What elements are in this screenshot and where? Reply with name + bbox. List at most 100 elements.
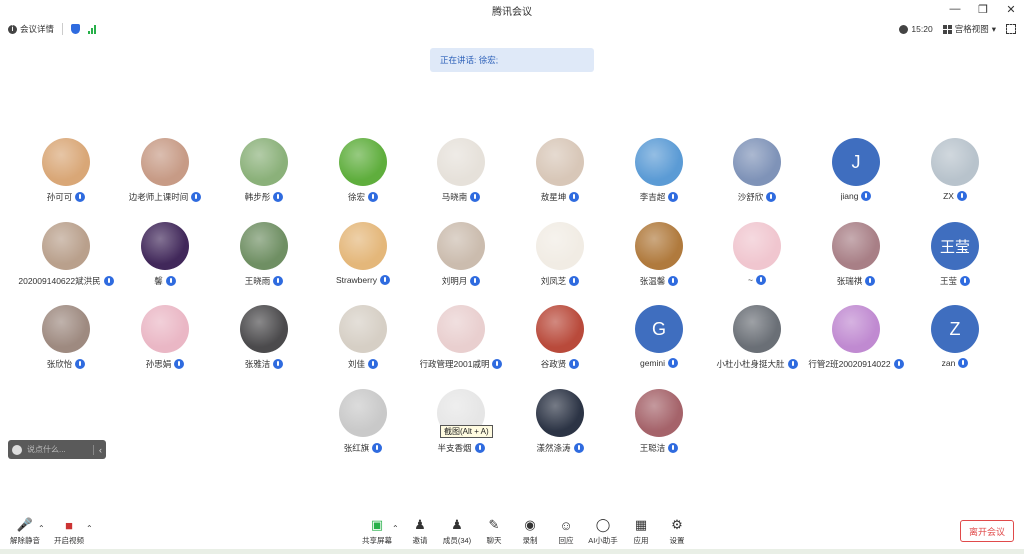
participant-tile[interactable]: 王晓雨 (214, 222, 314, 292)
participant-tile[interactable]: ~ (707, 222, 807, 292)
participant-tile[interactable]: 边老师上课时间 (115, 138, 215, 208)
participant-tile[interactable]: 沙舒欣 (707, 138, 807, 208)
share-screen-button[interactable]: ▣ 共享屏幕 (357, 512, 397, 546)
invite-button[interactable]: ♟ 邀请 (400, 512, 440, 546)
participant-avatar[interactable] (733, 222, 781, 270)
participant-tile[interactable]: 敖星坤 (510, 138, 610, 208)
participant-avatar[interactable] (141, 138, 189, 186)
participant-avatar[interactable] (42, 305, 90, 353)
participant-avatar[interactable] (635, 222, 683, 270)
participant-avatar[interactable] (42, 138, 90, 186)
participant-tile[interactable]: 刘佳 (313, 305, 413, 375)
chat-button[interactable]: ✎ 聊天 (474, 512, 514, 546)
participant-avatar[interactable] (437, 138, 485, 186)
participant-tile[interactable]: ZX (905, 138, 1005, 208)
participant-tile[interactable]: 张欣怡 (16, 305, 116, 375)
participant-tile[interactable]: 张瑞祺 (806, 222, 906, 292)
participant-avatar[interactable] (536, 222, 584, 270)
chat-emoji-icon[interactable] (12, 444, 22, 455)
participant-tile[interactable]: Zzan (905, 305, 1005, 375)
participant-avatar[interactable] (832, 305, 880, 353)
mic-status-icon (569, 192, 580, 202)
participant-avatar[interactable] (42, 222, 90, 270)
participant-name: 张欣怡 (46, 359, 73, 369)
participant-tile[interactable]: 漾然涤涛 (510, 389, 610, 459)
participant-tile[interactable]: 韩步彤 (214, 138, 314, 208)
collapse-chevron-icon[interactable]: ‹ (93, 444, 102, 455)
mic-status-icon (958, 358, 969, 368)
restore-icon[interactable]: ❐ (976, 2, 990, 16)
minimize-icon[interactable]: — (948, 2, 962, 16)
participant-tile[interactable]: 王聪洁 (609, 389, 709, 459)
participant-tile[interactable]: 行政管理2001戚明 (411, 305, 511, 375)
close-icon[interactable]: ✕ (1004, 2, 1018, 16)
participant-avatar[interactable] (339, 222, 387, 270)
participant-tile[interactable]: 张红旗 (313, 389, 413, 459)
react-button[interactable]: ☺ 回应 (546, 512, 586, 546)
audio-options-chevron-icon[interactable]: ⌃ (38, 524, 45, 533)
participant-avatar[interactable]: J (832, 138, 880, 186)
network-signal-icon[interactable] (88, 24, 97, 34)
participant-avatar[interactable] (832, 222, 880, 270)
participant-avatar[interactable]: Z (931, 305, 979, 353)
participant-avatar[interactable] (536, 389, 584, 437)
fullscreen-icon[interactable] (1006, 24, 1016, 34)
leave-meeting-button[interactable]: 离开会议 (960, 520, 1014, 542)
participant-avatar[interactable] (437, 305, 485, 353)
start-video-button[interactable]: ■ 开启视频 (49, 512, 89, 546)
participant-tile[interactable]: 孙思娟 (115, 305, 215, 375)
security-shield-icon[interactable] (71, 24, 81, 34)
participant-name-row: 张雅洁 (245, 358, 284, 370)
participant-avatar[interactable] (240, 138, 288, 186)
participant-tile[interactable]: 徐宏 (313, 138, 413, 208)
participant-avatar[interactable] (437, 222, 485, 270)
participant-avatar[interactable] (339, 305, 387, 353)
video-options-chevron-icon[interactable]: ⌃ (86, 524, 93, 533)
participant-tile[interactable]: Jjiang (806, 138, 906, 208)
divider (62, 23, 64, 35)
participant-tile[interactable]: 刘明月 (411, 222, 511, 292)
participant-tile[interactable]: 半支香烟 (411, 389, 511, 459)
participant-avatar[interactable] (240, 305, 288, 353)
participant-tile[interactable]: 张雅洁 (214, 305, 314, 375)
participant-tile[interactable]: 孙可可 (16, 138, 116, 208)
participant-tile[interactable]: 小杜小杜身挺大肚 (707, 305, 807, 375)
participant-name-row: ZX (943, 191, 967, 201)
participant-tile[interactable]: Ggemini (609, 305, 709, 375)
participant-avatar[interactable] (536, 305, 584, 353)
participant-tile[interactable]: 谷政贤 (510, 305, 610, 375)
chat-quick-input[interactable]: 说点什么... ‹ (8, 440, 106, 459)
participant-avatar[interactable]: G (635, 305, 683, 353)
participant-avatar[interactable] (536, 138, 584, 186)
participant-avatar[interactable] (339, 138, 387, 186)
participant-tile[interactable]: Strawberry (313, 222, 413, 292)
share-options-chevron-icon[interactable]: ⌃ (392, 524, 399, 533)
participant-avatar[interactable] (339, 389, 387, 437)
participant-avatar[interactable] (635, 389, 683, 437)
participant-tile[interactable]: 马晓南 (411, 138, 511, 208)
record-button[interactable]: ◉ 录制 (510, 512, 550, 546)
participant-tile[interactable]: 张温馨 (609, 222, 709, 292)
participant-avatar[interactable] (733, 138, 781, 186)
participant-avatar[interactable] (240, 222, 288, 270)
participant-tile[interactable]: 刘凤芝 (510, 222, 610, 292)
view-switch-button[interactable]: 宫格视图 ▾ (942, 23, 996, 35)
participant-avatar[interactable] (635, 138, 683, 186)
chat-placeholder[interactable]: 说点什么... (27, 444, 88, 455)
participant-avatar[interactable] (141, 222, 189, 270)
members-button[interactable]: ♟ 成员(34) (437, 512, 477, 546)
meeting-details-button[interactable]: i 会议详情 (8, 23, 54, 35)
participant-tile[interactable]: 馨 (115, 222, 215, 292)
muted-mic-icon: 🎤 (16, 517, 34, 532)
apps-button[interactable]: ▦ 应用 (621, 512, 661, 546)
participant-tile[interactable]: 李吉超 (609, 138, 709, 208)
participant-tile[interactable]: 行管2班20020914022 (806, 305, 906, 375)
participant-avatar[interactable]: 王莹 (931, 222, 979, 270)
ai-assistant-button[interactable]: ◯ AI小助手 (583, 512, 623, 546)
participant-avatar[interactable] (733, 305, 781, 353)
participant-avatar[interactable] (141, 305, 189, 353)
participant-avatar[interactable] (931, 138, 979, 186)
settings-button[interactable]: ⚙ 设置 (657, 512, 697, 546)
participant-tile[interactable]: 王莹 王莹 (905, 222, 1005, 292)
participant-tile[interactable]: 202009140622斌洪民 (16, 222, 116, 292)
